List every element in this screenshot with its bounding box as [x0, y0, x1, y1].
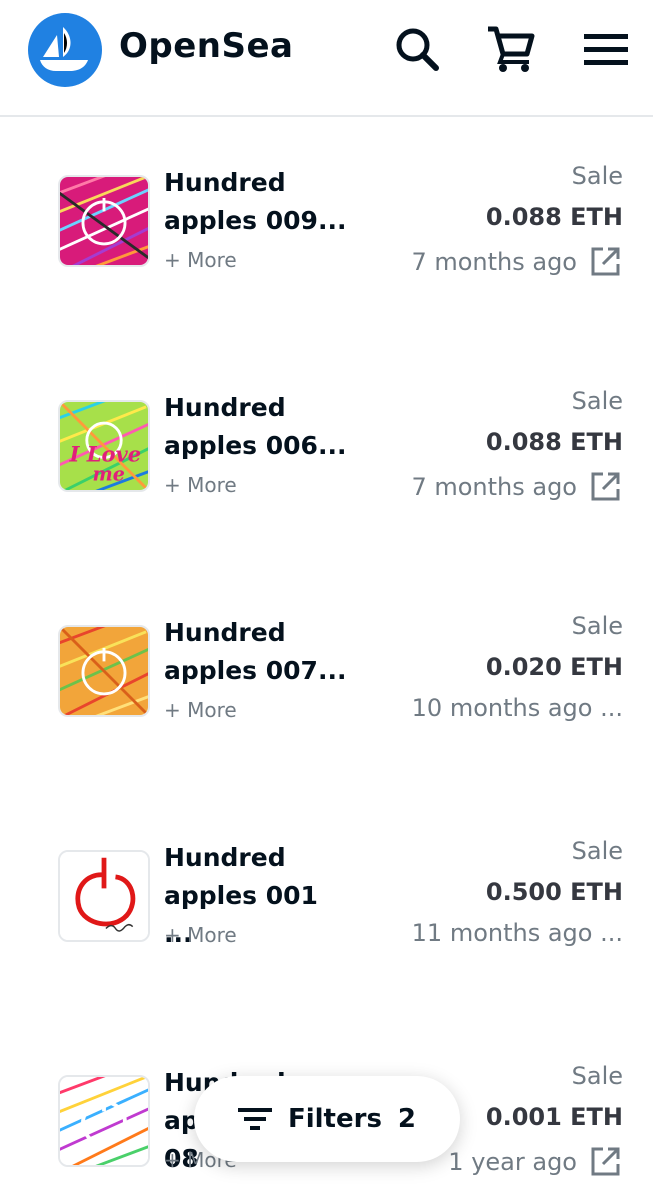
timestamp-link[interactable]: 7 months ago: [411, 469, 623, 505]
nft-thumbnail[interactable]: [58, 625, 150, 717]
timestamp: 11 months ago ...: [411, 919, 623, 947]
more-link[interactable]: + More: [164, 698, 237, 722]
list-item[interactable]: Hundred apples 001 ... + More Sale 0.500…: [0, 793, 653, 1018]
filters-button[interactable]: Filters 2: [194, 1076, 460, 1162]
external-link-icon[interactable]: [587, 1144, 623, 1180]
more-link[interactable]: + More: [164, 248, 237, 272]
price: 0.001 ETH: [485, 1103, 623, 1131]
cart-icon[interactable]: [485, 24, 535, 74]
external-link-icon[interactable]: [587, 244, 623, 280]
filter-icon: [237, 1108, 272, 1130]
item-name[interactable]: Hundred apples 007...: [164, 614, 354, 690]
event-type: Sale: [571, 612, 623, 640]
nft-thumbnail[interactable]: [58, 1075, 150, 1167]
nft-thumbnail[interactable]: [58, 850, 150, 942]
timestamp-link[interactable]: 1 year ago: [448, 1144, 623, 1180]
search-icon[interactable]: [392, 24, 442, 74]
activity-list: Hundred apples 009... + More Sale 0.088 …: [0, 118, 653, 1200]
list-item[interactable]: Hundred apples 009... + More Sale 0.088 …: [0, 118, 653, 343]
list-item[interactable]: Hundred apples 007... + More Sale 0.020 …: [0, 568, 653, 793]
price: 0.020 ETH: [485, 653, 623, 681]
timestamp: 1 year ago: [448, 1148, 577, 1176]
timestamp-link[interactable]: 7 months ago: [411, 244, 623, 280]
price: 0.088 ETH: [485, 428, 623, 456]
event-type: Sale: [571, 1062, 623, 1090]
nft-thumbnail[interactable]: I Love me: [58, 400, 150, 492]
menu-icon[interactable]: [582, 24, 632, 74]
brand-name[interactable]: OpenSea: [119, 26, 294, 66]
timestamp: 10 months ago ...: [411, 694, 623, 722]
filters-label: Filters: [287, 1104, 382, 1134]
svg-text:me: me: [93, 462, 125, 485]
timestamp: 7 months ago: [411, 248, 577, 276]
price: 0.500 ETH: [485, 878, 623, 906]
item-name[interactable]: Hundred apples 006...: [164, 389, 354, 465]
item-name[interactable]: Hundred apples 009...: [164, 164, 354, 240]
filters-count: 2: [397, 1104, 417, 1134]
event-type: Sale: [571, 837, 623, 865]
nft-thumbnail[interactable]: [58, 175, 150, 267]
opensea-logo-icon[interactable]: [28, 13, 102, 87]
more-link[interactable]: + More: [164, 473, 237, 497]
price: 0.088 ETH: [485, 203, 623, 231]
event-type: Sale: [571, 162, 623, 190]
top-navigation-bar: OpenSea: [0, 0, 653, 117]
more-link[interactable]: + More: [164, 923, 237, 947]
timestamp-link[interactable]: 10 months ago ...: [412, 694, 623, 722]
external-link-icon[interactable]: [587, 469, 623, 505]
event-type: Sale: [571, 387, 623, 415]
list-item[interactable]: I Love me Hundred apples 006... + More S…: [0, 343, 653, 568]
timestamp-link[interactable]: 11 months ago ...: [412, 919, 623, 947]
timestamp: 7 months ago: [411, 473, 577, 501]
